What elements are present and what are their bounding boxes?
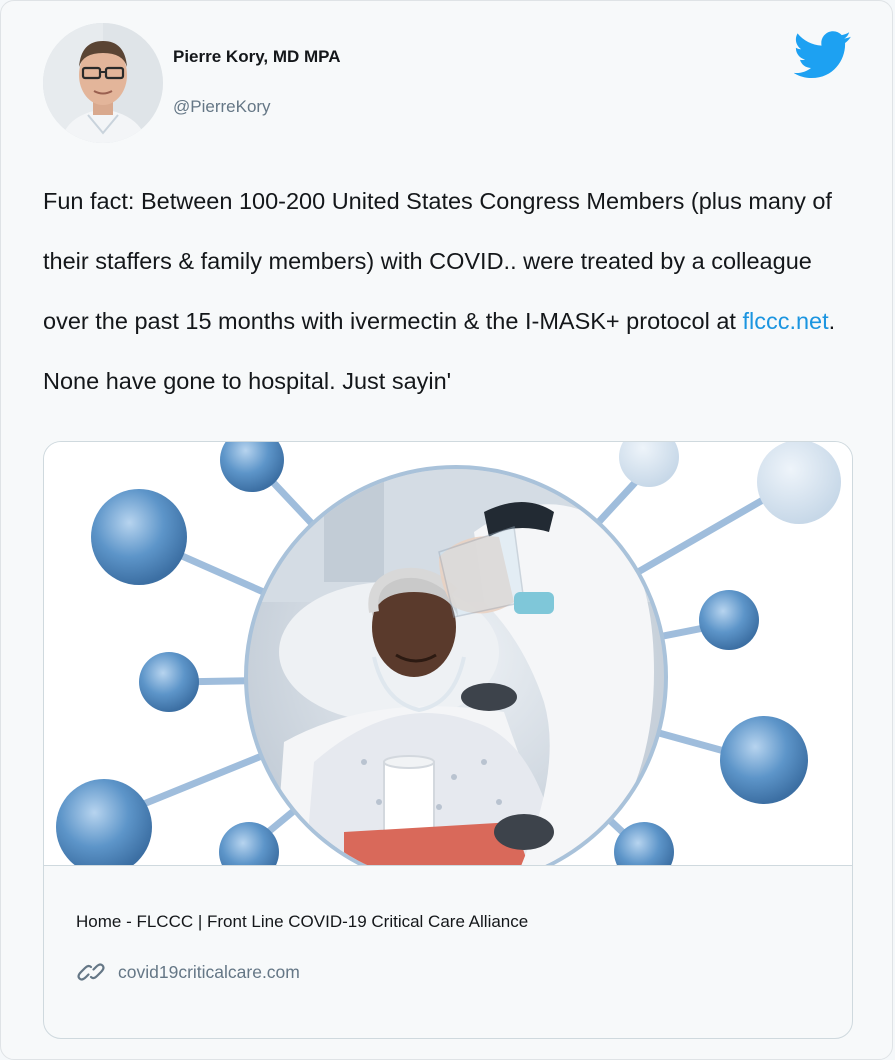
card-title[interactable]: Home - FLCCC | Front Line COVID-19 Criti… <box>76 912 528 932</box>
virus-patient-illustration <box>56 442 841 865</box>
tweet-text-part: Fun fact: Between 100-200 United States … <box>43 188 832 334</box>
card-domain-row[interactable]: covid19criticalcare.com <box>76 952 300 992</box>
author-avatar[interactable] <box>43 23 163 143</box>
card-image[interactable] <box>44 442 852 866</box>
author-name[interactable]: Pierre Kory, MD MPA <box>173 47 341 67</box>
tweet-card: Pierre Kory, MD MPA @PierreKory Fun fact… <box>0 0 893 1060</box>
card-domain: covid19criticalcare.com <box>118 961 300 982</box>
flccc-link[interactable]: flccc.net <box>742 308 828 334</box>
avatar-image <box>43 23 163 143</box>
twitter-bird-icon[interactable] <box>794 31 852 79</box>
link-preview-card[interactable]: Home - FLCCC | Front Line COVID-19 Criti… <box>43 441 853 1039</box>
link-icon <box>77 963 105 981</box>
tweet-text: Fun fact: Between 100-200 United States … <box>43 171 858 411</box>
author-handle[interactable]: @PierreKory <box>173 97 271 117</box>
